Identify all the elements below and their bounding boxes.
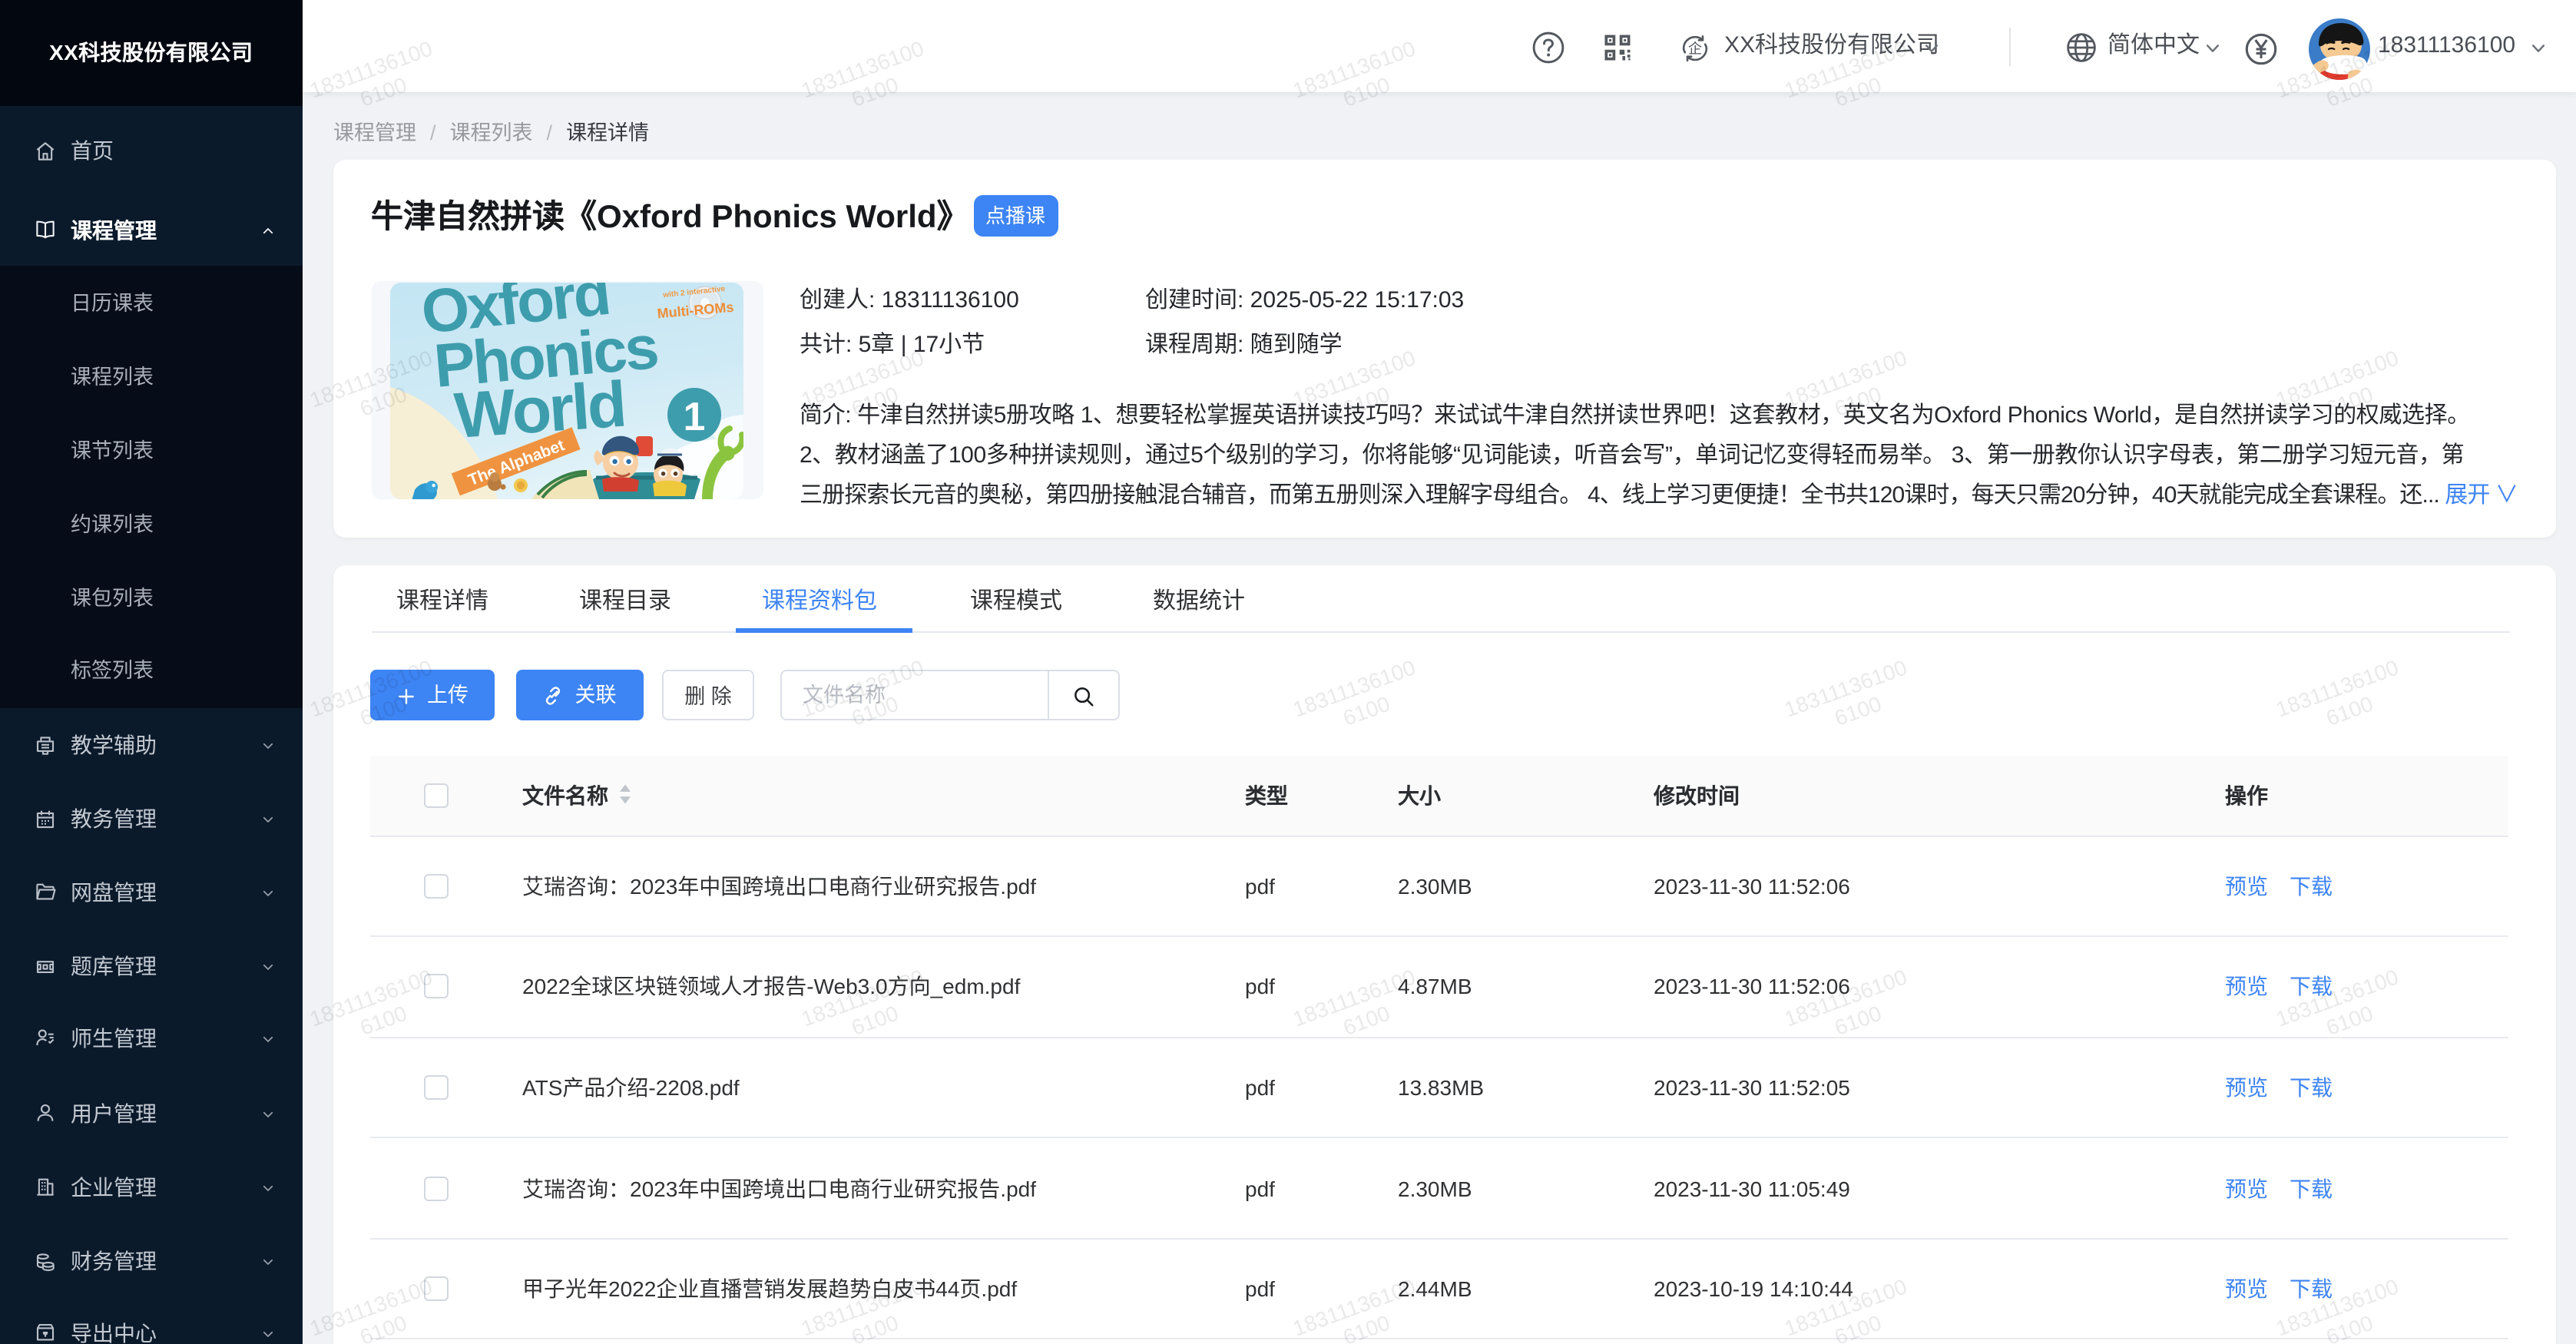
svg-text:企: 企 xyxy=(1688,39,1702,55)
svg-text:1: 1 xyxy=(684,395,706,439)
svg-text:World: World xyxy=(452,368,627,452)
